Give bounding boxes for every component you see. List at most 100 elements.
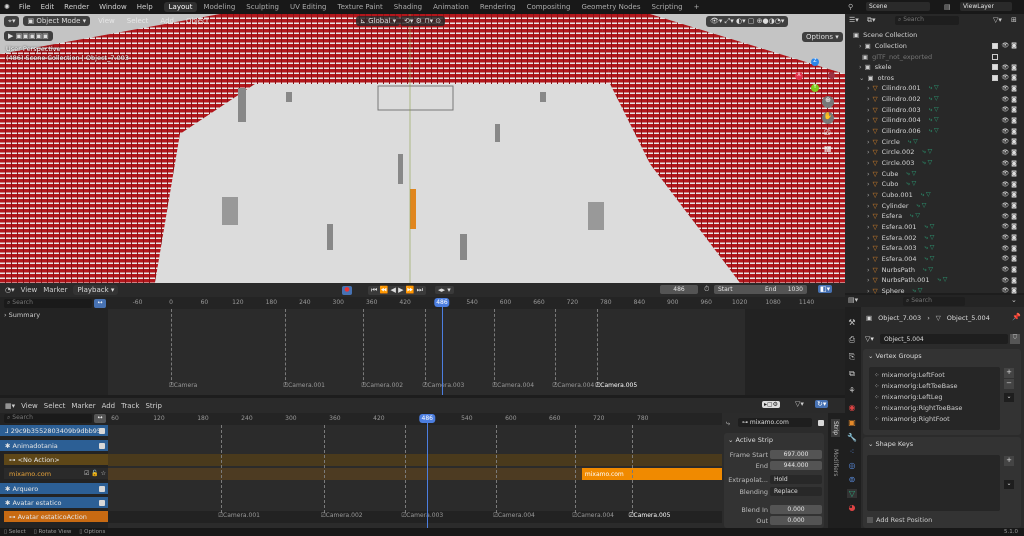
menu-add[interactable]: Add xyxy=(156,17,178,25)
expand-arrow-icon[interactable]: › xyxy=(867,148,870,156)
tab-compositing[interactable]: Compositing xyxy=(522,2,576,12)
timeline-marker-camera-001[interactable]: ⎚Camera.001 xyxy=(283,382,325,390)
tab-modifiers[interactable]: Modifiers xyxy=(831,447,840,478)
timeline-filter-toggle[interactable]: ↔ xyxy=(94,299,106,308)
transform-orientation-dropdown[interactable]: ⊾ Global ▾ xyxy=(356,16,401,26)
channel-checkbox[interactable] xyxy=(99,427,105,434)
outliner-row-cilindro-003[interactable]: › ▽ Cilindro.003 ⤷ ▽ 👁◙ xyxy=(845,105,1024,116)
mesh-browse-dropdown[interactable]: ▽▾ xyxy=(865,335,874,343)
expand-arrow-icon[interactable]: › xyxy=(867,116,870,124)
outliner-row-cilindro-006[interactable]: › ▽ Cilindro.006 ⤷ ▽ 👁◙ xyxy=(845,126,1024,137)
menu-file[interactable]: File xyxy=(14,3,36,11)
tab-scripting[interactable]: Scripting xyxy=(647,2,688,12)
visibility-render-icons[interactable]: 👁◙ xyxy=(1002,42,1019,49)
outliner-row-collection[interactable]: › ▣ Collection 👁◙ xyxy=(845,41,1024,52)
expand-arrow-icon[interactable]: › xyxy=(867,276,870,284)
nla-snap-button[interactable]: ↻▾ xyxy=(815,400,829,408)
timeline-marker-camera-003[interactable]: ⎚Camera.003 xyxy=(423,382,465,390)
expand-arrow-icon[interactable]: › xyxy=(867,159,870,167)
physics-tab-icon[interactable]: ◎ xyxy=(847,461,857,470)
expand-arrow-icon[interactable]: › xyxy=(867,287,870,295)
options-dropdown[interactable]: Options ▾ xyxy=(802,32,843,42)
visibility-render-icons[interactable]: 👁◙ xyxy=(1002,149,1019,156)
nla-channel-no-action[interactable]: ⊶ <No Action> xyxy=(4,454,108,465)
exclude-checkbox[interactable] xyxy=(992,42,998,49)
outliner-row-esfera-002[interactable]: › ▽ Esfera.002 ⤷ ▽ 👁◙ xyxy=(845,232,1024,243)
visibility-render-icons[interactable]: 👁◙ xyxy=(1002,85,1019,92)
outliner-row-cilindro-004[interactable]: › ▽ Cilindro.004 ⤷ ▽ 👁◙ xyxy=(845,115,1024,126)
vertex-group-menu-button[interactable]: ⌄ xyxy=(1004,393,1014,402)
outliner-row-cylinder[interactable]: › ▽ Cylinder ⤷ ▽ 👁◙ xyxy=(845,200,1024,211)
expand-arrow-icon[interactable]: › xyxy=(867,138,870,146)
visibility-render-icons[interactable]: 👁◙ xyxy=(1002,202,1019,209)
properties-editor-icon[interactable]: ▤▾ xyxy=(848,296,858,304)
tab-layout[interactable]: Layout xyxy=(163,2,198,12)
visibility-render-icons[interactable]: 👁◙ xyxy=(1002,128,1019,135)
menu-object[interactable]: Object xyxy=(182,17,213,25)
outliner-row-otros[interactable]: ⌄ ▣ otros 👁◙ xyxy=(845,73,1024,84)
expand-arrow-icon[interactable]: › xyxy=(867,223,870,231)
expand-arrow-icon[interactable]: › xyxy=(867,84,870,92)
outliner-row-cube[interactable]: › ▽ Cube ⤷ ▽ 👁◙ xyxy=(845,168,1024,179)
tab-texture-paint[interactable]: Texture Paint xyxy=(333,2,388,12)
outliner-row-cubo[interactable]: › ▽ Cubo ⤷ ▽ 👁◙ xyxy=(845,179,1024,190)
visibility-render-icons[interactable]: 👁◙ xyxy=(1002,96,1019,103)
view-layer-selector[interactable]: ViewLayer xyxy=(960,2,1012,11)
keyframe-jump-buttons[interactable]: ◂▸ ▾ xyxy=(435,286,454,294)
nla-select-tools[interactable]: ▸▢⚙ xyxy=(762,401,781,408)
outliner-row-esfera-001[interactable]: › ▽ Esfera.001 ⤷ ▽ 👁◙ xyxy=(845,222,1024,233)
expand-arrow-icon[interactable]: › xyxy=(867,212,870,220)
add-shape-key-button[interactable]: + xyxy=(1004,456,1014,466)
scene-icon[interactable]: ⚲ xyxy=(848,3,853,11)
tool-tab-icon[interactable]: ⚒ xyxy=(847,318,857,327)
timeline-playhead[interactable] xyxy=(441,303,443,395)
gizmo-x-axis[interactable]: X xyxy=(795,72,803,80)
blend-out-field[interactable]: 0.000 xyxy=(770,516,822,525)
3d-viewport[interactable]: ⌖▾ ▣ Object Mode ▾ View Select Add Objec… xyxy=(0,14,845,283)
modifier-tab-icon[interactable]: 🔧 xyxy=(847,433,857,442)
nla-strip-mixamo[interactable]: mixamo.com xyxy=(581,468,722,480)
nla-menu-view[interactable]: View xyxy=(21,402,38,410)
nla-channel-arquero[interactable]: ✱ Arquero xyxy=(0,483,108,494)
scene-selector[interactable]: Scene xyxy=(866,2,930,11)
nla-playhead[interactable] xyxy=(427,419,429,528)
nla-marker-camera-003[interactable]: ⎚Camera.003 xyxy=(402,512,444,520)
vertex-group-item[interactable]: ⁘ mixamorig:LeftFoot xyxy=(874,371,945,379)
pin-icon[interactable]: 📌 xyxy=(1012,313,1021,321)
timeline-menu-view[interactable]: View xyxy=(21,286,38,294)
visibility-render-icons[interactable]: 👁◙ xyxy=(1002,106,1019,113)
add-rest-position-checkbox[interactable]: Add Rest Position xyxy=(867,516,932,524)
vertex-group-item[interactable]: ⁘ mixamorig:LeftToeBase xyxy=(874,382,957,390)
vertex-groups-header[interactable]: ⌄ Vertex Groups xyxy=(868,352,922,360)
expand-arrow-icon[interactable]: › xyxy=(867,127,870,135)
strip-name-field[interactable]: ⊶ mixamo.com xyxy=(738,418,812,427)
outliner-row-cubo-001[interactable]: › ▽ Cubo.001 ⤷ ▽ 👁◙ xyxy=(845,190,1024,201)
current-frame-field[interactable]: 486 xyxy=(660,285,698,294)
breadcrumb-object[interactable]: Object_7.003 xyxy=(878,314,921,322)
gizmo-neg-x[interactable] xyxy=(828,72,835,79)
track-controls[interactable]: ☑ 🔓 ☆ xyxy=(84,470,106,477)
output-tab-icon[interactable]: ⎘ xyxy=(847,352,857,362)
channel-checkbox[interactable] xyxy=(99,442,105,449)
render-tab-icon[interactable]: ⎙ xyxy=(847,335,857,345)
visibility-render-icons[interactable]: 👁◙ xyxy=(1002,245,1019,252)
outliner-row-circle-003[interactable]: › ▽ Circle.003 ⤷ ▽ 👁◙ xyxy=(845,158,1024,169)
expand-arrow-icon[interactable]: ⌄ xyxy=(859,74,864,82)
tab-sculpting[interactable]: Sculpting xyxy=(241,2,284,12)
viewport-gizmo-buttons[interactable]: 👁▾ ⤢▾ ◐▾ ▢ ⊕●◑◔▾ xyxy=(706,16,789,27)
visibility-render-icons[interactable]: 👁◙ xyxy=(1002,277,1019,284)
active-strip-panel-header[interactable]: ⌄ Active Strip xyxy=(728,436,773,444)
blending-dropdown[interactable]: Replace xyxy=(770,487,822,496)
visibility-render-icons[interactable]: 👁◙ xyxy=(1002,117,1019,124)
material-tab-icon[interactable]: ◕ xyxy=(847,503,857,512)
world-tab-icon[interactable]: ◉ xyxy=(847,403,857,412)
nla-channel-avatar-action[interactable]: ⊶ Avatar estaticoAction xyxy=(4,511,108,522)
stopwatch-icon[interactable]: ⏱ xyxy=(704,285,709,294)
timeline-overlay-button[interactable]: ◧▾ xyxy=(818,285,833,293)
outliner-row-esfera[interactable]: › ▽ Esfera ⤷ ▽ 👁◙ xyxy=(845,211,1024,222)
frame-end-field[interactable]: 944.000 xyxy=(770,461,822,470)
menu-help[interactable]: Help xyxy=(132,3,158,11)
channel-checkbox[interactable] xyxy=(99,485,105,492)
tab-animation[interactable]: Animation xyxy=(428,2,474,12)
outliner-filter-dropdown[interactable]: ⧉▾ xyxy=(867,16,876,25)
